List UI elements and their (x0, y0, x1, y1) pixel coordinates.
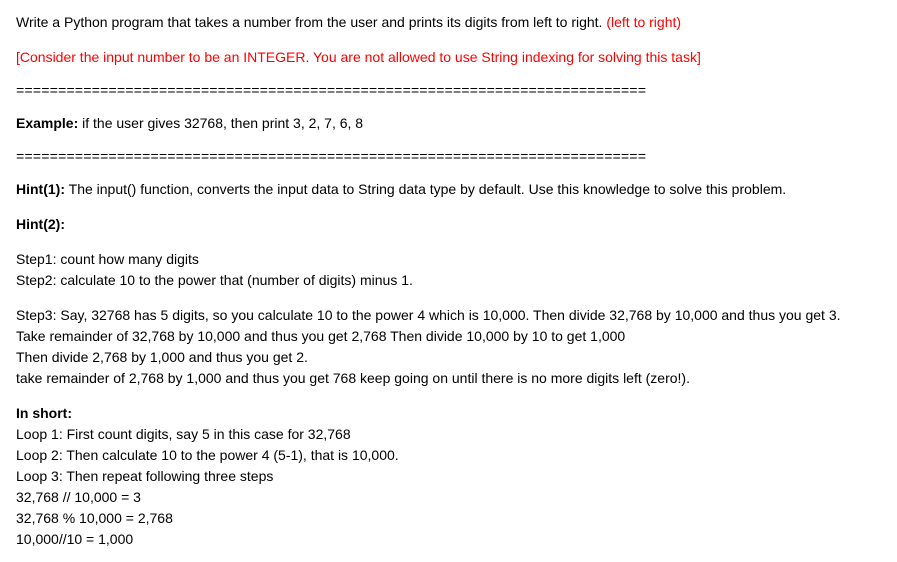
example-text: if the user gives 32768, then print 3, 2… (78, 115, 363, 131)
inshort-line: Loop 1: First count digits, say 5 in thi… (16, 424, 881, 445)
hint2-steps3: Step3: Say, 32768 has 5 digits, so you c… (16, 305, 881, 389)
hint2-step3-line: take remainder of 2,768 by 1,000 and thu… (16, 368, 881, 389)
hint2-step3-line: Then divide 2,768 by 1,000 and thus you … (16, 347, 881, 368)
hint2-steps12: Step1: count how many digits Step2: calc… (16, 249, 881, 291)
hint1-line: Hint(1): The input() function, converts … (16, 179, 881, 200)
divider-line: ========================================… (16, 148, 881, 169)
inshort-line: Loop 3: Then repeat following three step… (16, 466, 881, 487)
inshort-label: In short: (16, 403, 881, 424)
divider-line: ========================================… (16, 82, 881, 103)
inshort-block: In short: Loop 1: First count digits, sa… (16, 403, 881, 550)
example-label: Example: (16, 115, 78, 131)
inshort-line: 32,768 % 10,000 = 2,768 (16, 508, 881, 529)
task-statement: Write a Python program that takes a numb… (16, 12, 881, 33)
inshort-line: 10,000//10 = 1,000 (16, 529, 881, 550)
hint2-step3-line: Step3: Say, 32768 has 5 digits, so you c… (16, 305, 881, 326)
inshort-line: 32,768 // 10,000 = 3 (16, 487, 881, 508)
hint2-label: Hint(2): (16, 214, 881, 235)
task-highlight: (left to right) (606, 14, 681, 30)
hint2-step2: Step2: calculate 10 to the power that (n… (16, 270, 881, 291)
inshort-line: Loop 2: Then calculate 10 to the power 4… (16, 445, 881, 466)
example-line: Example: if the user gives 32768, then p… (16, 113, 881, 134)
hint1-label: Hint(1): (16, 181, 65, 197)
hint2-step1: Step1: count how many digits (16, 249, 881, 270)
hint1-text: The input() function, converts the input… (65, 181, 786, 197)
hint2-step3-line: Take remainder of 32,768 by 10,000 and t… (16, 326, 881, 347)
task-text: Write a Python program that takes a numb… (16, 14, 606, 30)
constraint-text: [Consider the input number to be an INTE… (16, 47, 881, 68)
